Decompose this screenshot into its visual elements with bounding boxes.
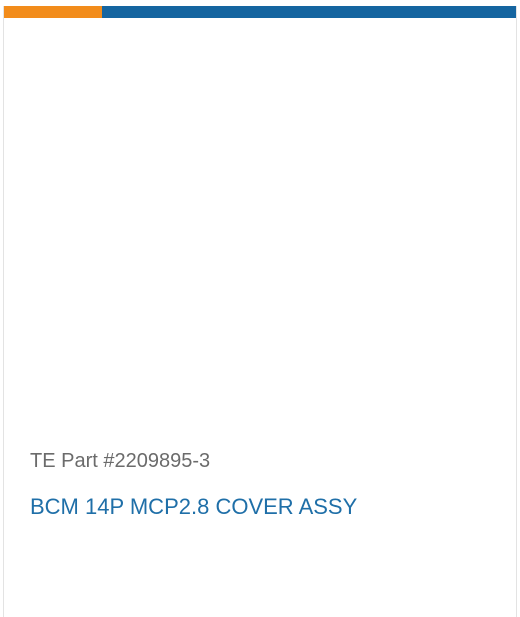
top-bar-main	[102, 6, 516, 18]
product-title-link[interactable]: BCM 14P MCP2.8 COVER ASSY	[30, 494, 357, 520]
part-number: TE Part #2209895-3	[30, 450, 211, 472]
top-bar-accent	[4, 6, 102, 18]
product-card[interactable]: TE Part #2209895-3 BCM 14P MCP2.8 COVER …	[3, 6, 517, 617]
top-color-bar	[4, 6, 516, 18]
product-image[interactable]	[24, 46, 498, 406]
